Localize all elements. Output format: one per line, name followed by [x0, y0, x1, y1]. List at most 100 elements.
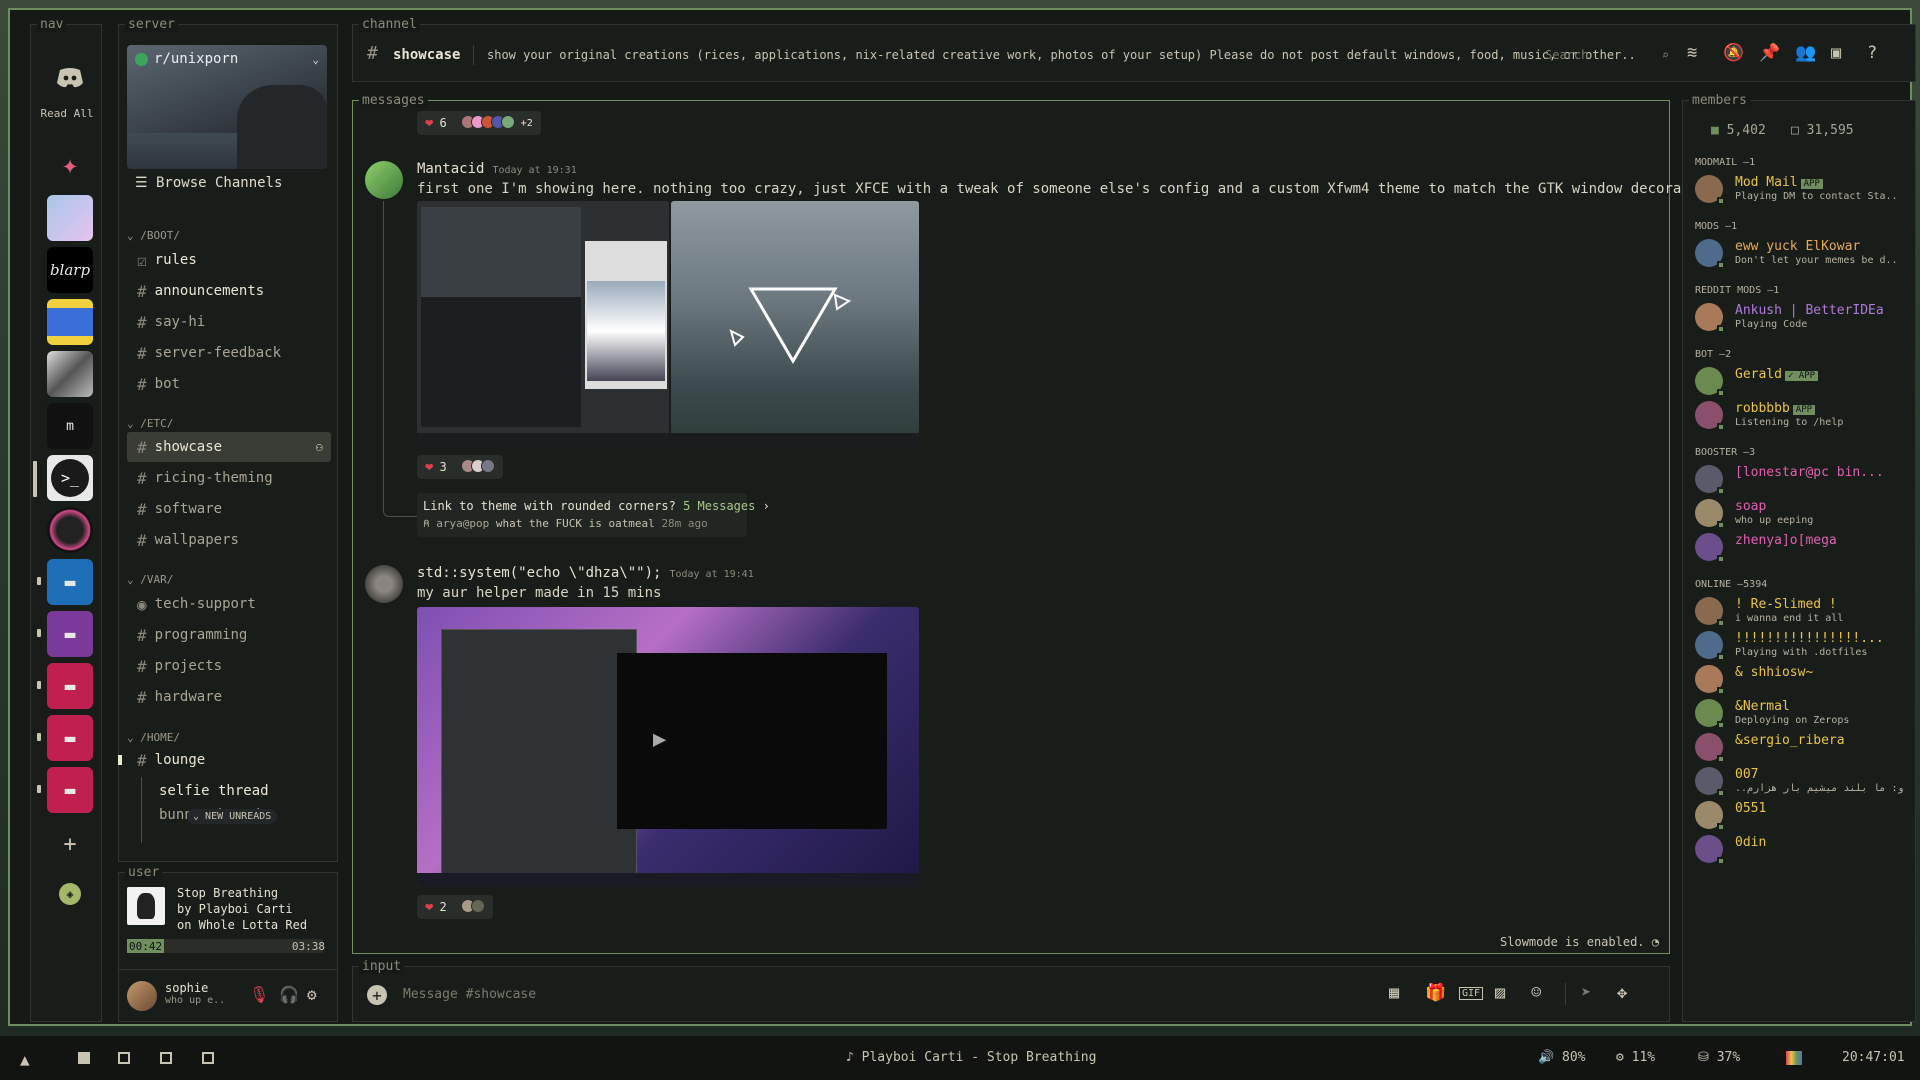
volume-indicator[interactable]: 🔊 80%: [1538, 1050, 1586, 1065]
server-banner[interactable]: r/unixporn ⌄: [127, 45, 327, 169]
workspace-1[interactable]: [78, 1052, 90, 1064]
thread-title[interactable]: Link to theme with rounded corners?: [423, 499, 676, 513]
new-unreads-pill[interactable]: ⌄ NEW UNREADS: [187, 809, 278, 824]
send-icon[interactable]: ➤: [1581, 983, 1591, 1003]
folder-icon-blue[interactable]: ▬: [47, 559, 93, 605]
channel-software[interactable]: # software: [127, 494, 331, 524]
channel-lounge[interactable]: # lounge: [127, 745, 331, 775]
gif-icon[interactable]: GIF: [1459, 987, 1484, 1000]
play-icon[interactable]: ▶: [653, 727, 666, 752]
calendar-icon[interactable]: ▦: [1389, 983, 1399, 1003]
reaction-heart[interactable]: ❤ 3: [417, 455, 503, 479]
username[interactable]: sophie: [165, 981, 208, 995]
channel-showcase[interactable]: # showcase ⚇: [127, 432, 331, 462]
arch-logo-icon[interactable]: ▲: [20, 1050, 30, 1069]
member-row[interactable]: & shhiosw~: [1695, 661, 1905, 697]
member-row[interactable]: &sergio_ribera: [1695, 729, 1905, 765]
emoji-icon[interactable]: ☺: [1531, 983, 1541, 1003]
sticker-icon[interactable]: ▨: [1495, 983, 1505, 1003]
channel-topic[interactable]: show your original creations (rices, app…: [487, 48, 1665, 62]
member-row[interactable]: Ankush | BetterIDEa Playing Code: [1695, 299, 1905, 335]
member-row[interactable]: [lonestar@pc bin...: [1695, 461, 1905, 497]
message-author[interactable]: std::system("echo \"dhza\""); Today at 19…: [417, 565, 754, 581]
member-row[interactable]: ! Re-Slimed ! i wanna end it all: [1695, 593, 1905, 629]
message-list[interactable]: messages ❤ 6 +2 Mantacid Today at 19:31 fi…: [352, 93, 1732, 954]
channel-rules[interactable]: ☑ rules: [127, 245, 331, 275]
add-server-icon[interactable]: +: [47, 821, 93, 867]
channel-programming[interactable]: # programming: [127, 620, 331, 650]
member-row[interactable]: &Nermal Deploying on Zerops: [1695, 695, 1905, 731]
help-icon[interactable]: ?: [1867, 43, 1877, 63]
avatar[interactable]: [365, 565, 403, 603]
search-input[interactable]: Search ⌕: [1545, 45, 1669, 65]
server-icon-anime[interactable]: [47, 195, 93, 241]
color-picker-icon[interactable]: [1786, 1051, 1802, 1065]
folder-icon-red-3[interactable]: ▬: [47, 767, 93, 813]
sparkle-icon[interactable]: ✦: [47, 141, 93, 187]
member-row[interactable]: eww yuck ElKowar Don't let your memes be …: [1695, 235, 1905, 271]
member-row[interactable]: robbbbb APP Listening to /help: [1695, 397, 1905, 433]
thread-count[interactable]: 5 Messages: [683, 499, 755, 513]
member-row[interactable]: !!!!!!!!!!!!!!!!... Playing with .dotfile…: [1695, 627, 1905, 663]
server-icon-m[interactable]: m: [47, 403, 93, 449]
server-icon-terminal[interactable]: >_: [47, 455, 93, 501]
workspace-4[interactable]: [202, 1052, 214, 1064]
gear-icon[interactable]: ⚙: [307, 985, 317, 1004]
gift-icon[interactable]: 🎁: [1425, 983, 1446, 1003]
server-icon-manga[interactable]: [47, 351, 93, 397]
message-input[interactable]: Message #showcase: [403, 987, 536, 1002]
channel-tech-support[interactable]: ◉ tech-support: [127, 589, 331, 619]
reaction-heart[interactable]: ❤ 6 +2: [417, 111, 541, 135]
avatar[interactable]: [127, 981, 157, 1011]
attachment-image[interactable]: [417, 201, 669, 449]
thread-preview[interactable]: Link to theme with rounded corners? 5 Me…: [417, 493, 770, 537]
member-row[interactable]: soap who up eeping: [1695, 495, 1905, 531]
add-member-icon[interactable]: ⚇: [316, 440, 323, 454]
chevron-down-icon[interactable]: ⌄: [312, 53, 319, 66]
discord-home-icon[interactable]: [47, 55, 93, 101]
inbox-icon[interactable]: ▣: [1831, 43, 1841, 63]
pin-icon[interactable]: 📌: [1759, 43, 1780, 63]
attachment-image[interactable]: [671, 201, 919, 449]
attachment-video[interactable]: ▶: [417, 607, 919, 887]
workspace-2[interactable]: [118, 1052, 130, 1064]
message-author[interactable]: Mantacid Today at 19:31: [417, 161, 577, 177]
channel-ricing-theming[interactable]: # ricing-theming: [127, 463, 331, 493]
browse-channels-button[interactable]: ☰ Browse Channels: [135, 175, 282, 191]
channel-announcements[interactable]: # announcements: [127, 276, 331, 306]
category-etc[interactable]: ⌄ /ETC/: [127, 417, 173, 430]
workspace-3[interactable]: [160, 1052, 172, 1064]
notification-muted-icon[interactable]: 🔕: [1723, 43, 1744, 63]
channel-wallpapers[interactable]: # wallpapers: [127, 525, 331, 555]
server-icon-space[interactable]: [47, 507, 93, 553]
category-home[interactable]: ⌄ /HOME/: [127, 731, 180, 744]
channel-server-feedback[interactable]: # server-feedback: [127, 338, 331, 368]
member-row[interactable]: 0din: [1695, 831, 1905, 867]
members-icon[interactable]: 👥: [1795, 43, 1816, 63]
attach-plus-icon[interactable]: +: [367, 985, 387, 1005]
headphones-icon[interactable]: 🎧: [279, 985, 299, 1004]
channel-bot[interactable]: # bot: [127, 369, 331, 399]
taskbar-now-playing[interactable]: ♪ Playboi Carti - Stop Breathing: [846, 1050, 1096, 1065]
avatar[interactable]: [365, 161, 403, 199]
member-row[interactable]: zhenya]o[mega: [1695, 529, 1905, 565]
folder-icon-purple[interactable]: ▬: [47, 611, 93, 657]
member-row[interactable]: Mod Mail APP Playing DM to contact Sta..: [1695, 171, 1905, 207]
thread-selfie[interactable]: selfie thread: [149, 776, 331, 806]
member-row[interactable]: Gerald ✓ APP: [1695, 363, 1905, 399]
member-row[interactable]: 007 ..ارو: ما بلند میشیم بار هزارم: [1695, 763, 1905, 799]
apps-icon[interactable]: ✥: [1617, 983, 1627, 1003]
reaction-heart[interactable]: ❤ 2: [417, 895, 493, 919]
server-icon-flag[interactable]: [47, 299, 93, 345]
channel-say-hi[interactable]: # say-hi: [127, 307, 331, 337]
read-all-button[interactable]: Read All: [37, 107, 97, 120]
folder-icon-red-2[interactable]: ▬: [47, 715, 93, 761]
category-boot[interactable]: ⌄ /BOOT/: [127, 229, 180, 242]
category-var[interactable]: ⌄ /VAR/: [127, 573, 173, 586]
server-icon-blarp[interactable]: blarp: [47, 247, 93, 293]
folder-icon-red-1[interactable]: ▬: [47, 663, 93, 709]
channel-projects[interactable]: # projects: [127, 651, 331, 681]
member-row[interactable]: 0551: [1695, 797, 1905, 833]
threads-icon[interactable]: ≋: [1687, 43, 1697, 63]
mic-muted-icon[interactable]: 🎙: [249, 985, 269, 1004]
